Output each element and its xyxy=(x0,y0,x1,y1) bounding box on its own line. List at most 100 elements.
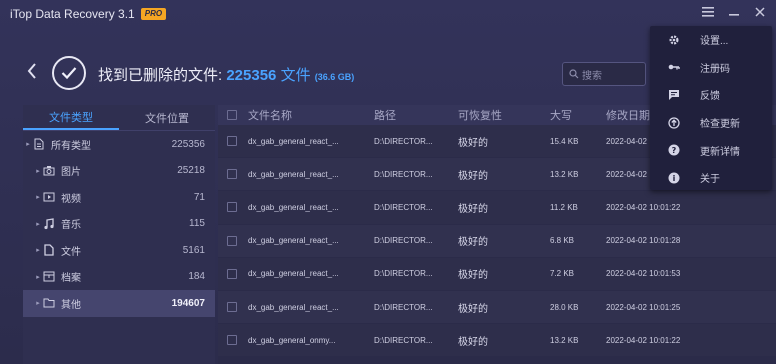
select-all-cell xyxy=(218,110,246,120)
cell-path: D:\DIRECTOR... xyxy=(374,269,433,279)
row-checkbox[interactable] xyxy=(227,169,237,180)
cell-size: 28.0 KB xyxy=(550,302,579,312)
sidebar-item-label: 档案 xyxy=(61,273,81,285)
cell-path: D:\DIRECTOR... xyxy=(374,136,433,146)
key-icon xyxy=(668,61,680,73)
app-window: iTop Data Recovery 3.1 PRO 找到已删除的文件: 225… xyxy=(0,0,776,364)
sidebar-item-label: 文件 xyxy=(61,246,81,258)
help-icon: ? xyxy=(668,144,680,156)
column-header-size[interactable]: 大写 xyxy=(546,107,602,123)
info-icon: i xyxy=(668,172,680,184)
tab-file-type[interactable]: 文件类型 xyxy=(23,105,119,130)
row-checkbox-cell xyxy=(218,202,246,213)
results-size: (36.6 GB) xyxy=(314,72,355,82)
row-checkbox-cell xyxy=(218,302,246,313)
menu-item-feedback[interactable]: 反馈 xyxy=(650,81,772,109)
sidebar-item-count: 71 xyxy=(193,191,205,203)
cell-name: dx_gab_general_onmy... xyxy=(248,335,336,345)
sidebar: 文件类型 文件位置 ▸ 所有类型 225356 ▸ 图片 25218 ▸ 视频 … xyxy=(23,105,215,364)
column-header-path[interactable]: 路径 xyxy=(370,107,454,123)
cell-recoverability: 极好的 xyxy=(458,237,488,249)
caret-icon: ▸ xyxy=(36,247,40,255)
title-bar: iTop Data Recovery 3.1 PRO xyxy=(0,0,776,28)
menu-item-label: 更新详情 xyxy=(700,146,740,158)
sidebar-item-count: 184 xyxy=(188,271,205,283)
menu-item-label: 检查更新 xyxy=(700,119,740,131)
sidebar-item-archives[interactable]: ▸ 档案 184 xyxy=(23,264,215,291)
close-icon[interactable] xyxy=(752,4,768,20)
table-row[interactable]: dx_gab_general_react_... D:\DIRECTOR... … xyxy=(218,257,776,291)
column-header-recoverability[interactable]: 可恢复性 xyxy=(454,107,546,123)
video-icon xyxy=(43,191,55,203)
sidebar-item-label: 其他 xyxy=(61,299,81,311)
results-count: 225356 xyxy=(226,67,277,84)
cell-path: D:\DIRECTOR... xyxy=(374,202,433,212)
cell-date: 2022-04-02 10:01:22 xyxy=(606,335,681,345)
sidebar-item-all-types[interactable]: ▸ 所有类型 225356 xyxy=(23,131,215,158)
table-row[interactable]: dx_gab_general_react_... D:\DIRECTOR... … xyxy=(218,191,776,225)
caret-icon: ▸ xyxy=(36,220,40,228)
cell-size: 13.2 KB xyxy=(550,335,579,345)
caret-icon: ▸ xyxy=(26,141,30,149)
row-checkbox[interactable] xyxy=(227,136,237,147)
sidebar-item-count: 5161 xyxy=(182,244,205,256)
row-checkbox-cell xyxy=(218,235,246,246)
cell-recoverability: 极好的 xyxy=(458,336,488,348)
select-all-checkbox[interactable] xyxy=(227,110,237,120)
hamburger-menu-icon[interactable] xyxy=(700,4,716,20)
sidebar-item-label: 视频 xyxy=(61,193,81,205)
minimize-icon[interactable] xyxy=(726,4,742,20)
row-checkbox[interactable] xyxy=(227,235,237,246)
row-checkbox[interactable] xyxy=(227,268,237,279)
back-button[interactable] xyxy=(26,62,42,82)
results-headline: 找到已删除的文件: 225356 文件 (36.6 GB) xyxy=(98,64,354,85)
sidebar-item-label: 音乐 xyxy=(61,220,81,232)
sidebar-item-videos[interactable]: ▸ 视频 71 xyxy=(23,184,215,211)
success-check-icon xyxy=(52,56,86,90)
row-checkbox[interactable] xyxy=(227,302,237,313)
gear-icon xyxy=(668,34,680,46)
chevron-left-icon[interactable] xyxy=(26,62,38,80)
cell-date: 2022-04-02 10:01:25 xyxy=(606,302,681,312)
menu-item-about[interactable]: i 关于 xyxy=(650,164,772,192)
sidebar-item-count: 225356 xyxy=(171,138,205,150)
cell-recoverability: 极好的 xyxy=(458,137,488,149)
menu-item-settings[interactable]: 设置... xyxy=(650,26,772,54)
search-input[interactable]: 搜索 xyxy=(562,62,646,86)
sidebar-item-count: 25218 xyxy=(177,165,205,177)
cell-name: dx_gab_general_react_... xyxy=(248,169,339,179)
menu-item-check-update[interactable]: 检查更新 xyxy=(650,109,772,137)
cell-size: 6.8 KB xyxy=(550,236,575,246)
svg-text:i: i xyxy=(673,174,676,183)
row-checkbox-cell xyxy=(218,268,246,279)
tab-file-location[interactable]: 文件位置 xyxy=(119,105,215,130)
table-row[interactable]: dx_gab_general_react_... D:\DIRECTOR... … xyxy=(218,224,776,258)
row-checkbox[interactable] xyxy=(227,202,237,213)
feedback-icon xyxy=(668,89,680,101)
menu-item-label: 设置... xyxy=(700,36,729,48)
cell-date: 2022-04-02 10:01:53 xyxy=(606,269,681,279)
caret-icon: ▸ xyxy=(36,194,40,202)
menu-item-label: 注册码 xyxy=(700,63,730,75)
row-checkbox[interactable] xyxy=(227,335,237,346)
caret-icon: ▸ xyxy=(36,167,40,175)
sidebar-item-music[interactable]: ▸ 音乐 115 xyxy=(23,211,215,238)
sidebar-item-documents[interactable]: ▸ 文件 5161 xyxy=(23,237,215,264)
archive-icon xyxy=(43,271,55,283)
cell-path: D:\DIRECTOR... xyxy=(374,302,433,312)
menu-item-update-details[interactable]: ? 更新详情 xyxy=(650,136,772,164)
sidebar-item-label: 图片 xyxy=(61,167,81,179)
cell-name: dx_gab_general_react_... xyxy=(248,202,339,212)
cell-recoverability: 极好的 xyxy=(458,170,488,182)
sidebar-item-images[interactable]: ▸ 图片 25218 xyxy=(23,158,215,185)
column-header-name[interactable]: 文件名称 xyxy=(246,107,370,123)
sidebar-item-other[interactable]: ▸ 其他 194607 xyxy=(23,290,215,317)
row-checkbox-cell xyxy=(218,335,246,346)
table-row[interactable]: dx_gab_general_react_... D:\DIRECTOR... … xyxy=(218,290,776,325)
menu-item-license-key[interactable]: 注册码 xyxy=(650,54,772,82)
search-icon xyxy=(569,69,579,79)
pro-badge: PRO xyxy=(140,8,167,20)
cell-name: dx_gab_general_react_... xyxy=(248,269,339,279)
table-row[interactable]: dx_gab_general_onmy... D:\DIRECTOR... 极好… xyxy=(218,324,776,358)
update-icon xyxy=(668,116,680,129)
